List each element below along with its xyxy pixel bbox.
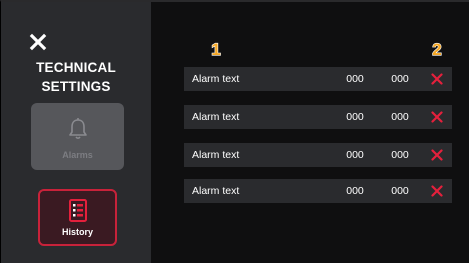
alarm-value-2: 000 bbox=[391, 185, 409, 197]
alarm-row: Alarm text 000 000 bbox=[184, 105, 452, 129]
badge-2-label: 2 bbox=[432, 40, 441, 58]
alarm-row: Alarm text 000 000 bbox=[184, 67, 452, 91]
history-tile-label: History bbox=[61, 227, 93, 237]
close-icon[interactable] bbox=[29, 33, 47, 51]
history-tile[interactable]: History bbox=[38, 189, 117, 246]
column-marker-2-badge: 2 bbox=[432, 40, 443, 58]
page-title: TECHNICAL SETTINGS bbox=[1, 58, 151, 96]
alarm-value-2: 000 bbox=[391, 149, 409, 161]
delete-alarm-icon[interactable] bbox=[431, 149, 443, 161]
badge-1-label: 1 bbox=[211, 40, 220, 58]
alarm-value-1: 000 bbox=[346, 185, 364, 197]
alarm-value-1: 000 bbox=[346, 111, 364, 123]
delete-alarm-icon[interactable] bbox=[431, 185, 443, 197]
bell-icon bbox=[68, 118, 87, 140]
page-title-line-1: TECHNICAL bbox=[36, 60, 116, 75]
page-title-line-2: SETTINGS bbox=[41, 79, 111, 94]
history-list-icon bbox=[68, 199, 87, 222]
sidebar: TECHNICAL SETTINGS Alarms History bbox=[1, 2, 151, 263]
delete-alarm-icon[interactable] bbox=[431, 73, 443, 85]
alarm-text: Alarm text bbox=[192, 73, 240, 85]
alarm-value-2: 000 bbox=[391, 73, 409, 85]
alarm-text: Alarm text bbox=[192, 149, 240, 161]
alarms-tile-label: Alarms bbox=[62, 150, 93, 160]
column-marker-1-badge: 1 bbox=[211, 40, 222, 58]
alarms-tile[interactable]: Alarms bbox=[31, 103, 124, 170]
alarm-row: Alarm text 000 000 bbox=[184, 143, 452, 167]
alarm-value-2: 000 bbox=[391, 111, 409, 123]
alarm-row: Alarm text 000 000 bbox=[184, 179, 452, 203]
alarm-text: Alarm text bbox=[192, 185, 240, 197]
alarm-text: Alarm text bbox=[192, 111, 240, 123]
delete-alarm-icon[interactable] bbox=[431, 111, 443, 123]
alarm-value-1: 000 bbox=[346, 73, 364, 85]
alarm-value-1: 000 bbox=[346, 149, 364, 161]
